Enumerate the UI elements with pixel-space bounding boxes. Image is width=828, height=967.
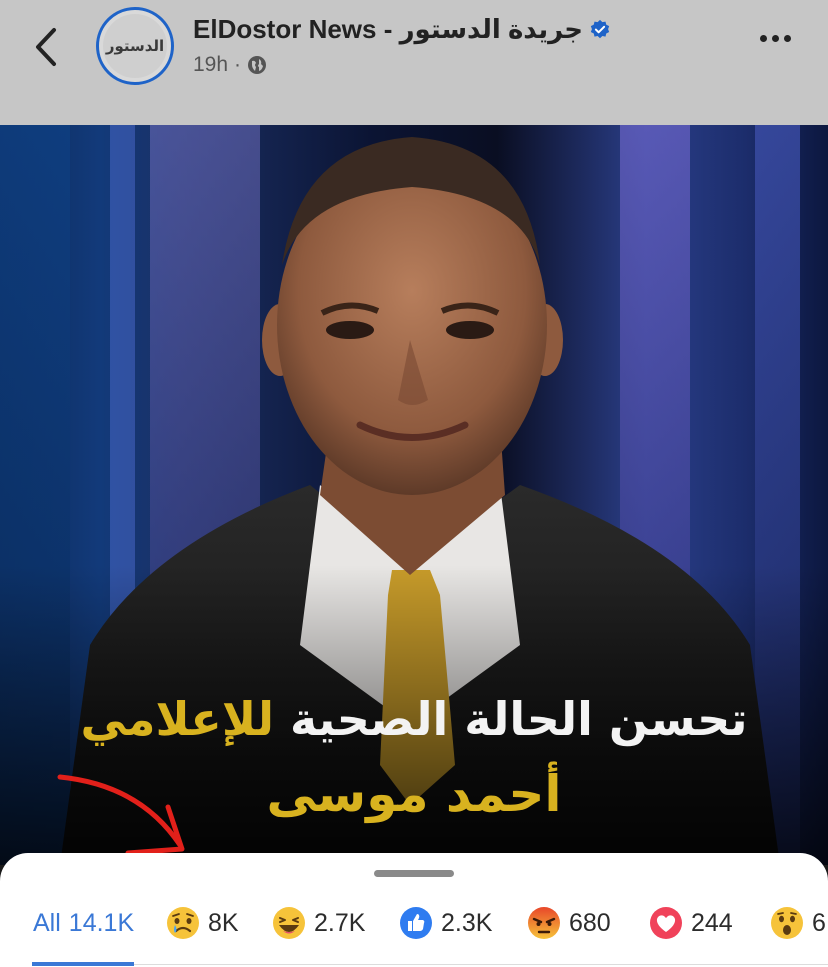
headline-gold-text: للإعلامي [80, 692, 275, 746]
tab-angry-count: 680 [569, 908, 611, 937]
tab-all-reactions[interactable]: All 14.1K [33, 903, 134, 943]
tab-sad-count: 8K [208, 908, 239, 937]
tab-angry[interactable]: 680 [527, 903, 611, 943]
page-name[interactable]: ElDostor News - جريدة الدستور [193, 14, 583, 45]
like-icon [400, 907, 432, 939]
more-options-icon[interactable] [760, 35, 791, 42]
meta-separator: · [234, 53, 242, 76]
tab-all-count: 14.1K [68, 908, 135, 937]
wow-emoji-icon [771, 907, 803, 939]
reaction-tabs: All 14.1K 8K 2.7K 2.3K 680 244 6 [0, 903, 828, 943]
tab-like[interactable]: 2.3K [399, 903, 492, 943]
post-meta: 19h · [193, 53, 267, 77]
love-heart-icon [650, 907, 682, 939]
tab-love-count: 244 [691, 908, 733, 937]
tab-like-count: 2.3K [441, 908, 493, 937]
tabs-divider [134, 964, 828, 965]
tab-all-label: All [33, 908, 61, 937]
post-header: الدستور ElDostor News - جريدة الدستور 19… [0, 0, 828, 125]
reactions-sheet: All 14.1K 8K 2.7K 2.3K 680 244 6 [0, 853, 828, 967]
angry-emoji-icon [528, 907, 560, 939]
presenter-photo [0, 137, 828, 865]
haha-emoji-icon [273, 907, 305, 939]
tab-wow[interactable]: 6 [770, 903, 826, 943]
post-image[interactable]: تحسن الحالة الصحية للإعلامي أحمد موسى [0, 125, 828, 865]
tab-haha[interactable]: 2.7K [272, 903, 365, 943]
active-tab-indicator [32, 962, 134, 966]
sad-emoji-icon [167, 907, 199, 939]
public-globe-icon [248, 56, 267, 74]
tab-love[interactable]: 244 [649, 903, 733, 943]
avatar-logo-text: الدستور [103, 14, 167, 78]
sheet-grab-handle[interactable] [374, 870, 454, 877]
headline-line-1: تحسن الحالة الصحية للإعلامي [0, 692, 828, 746]
back-chevron-icon[interactable] [28, 24, 68, 70]
tab-haha-count: 2.7K [314, 908, 366, 937]
post-time[interactable]: 19h [193, 53, 228, 77]
headline-white-text: تحسن الحالة الصحية [290, 692, 748, 746]
page-name-row[interactable]: ElDostor News - جريدة الدستور [193, 14, 611, 45]
tab-wow-count: 6 [812, 908, 826, 937]
tab-sad[interactable]: 8K [166, 903, 239, 943]
red-arrow-annotation [57, 774, 185, 856]
verified-badge-icon [590, 19, 610, 38]
page-avatar[interactable]: الدستور [96, 7, 174, 85]
